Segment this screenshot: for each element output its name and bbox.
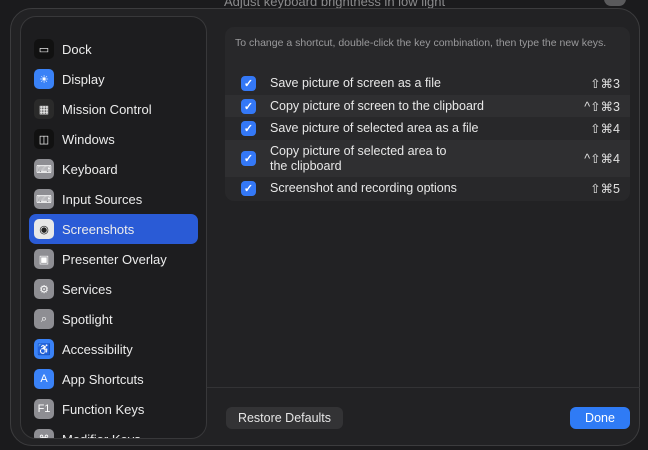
sidebar-item-accessibility[interactable]: ♿ Accessibility bbox=[29, 334, 198, 364]
app-store-icon: A bbox=[34, 369, 54, 389]
sidebar-item-label: Modifier Keys bbox=[62, 431, 141, 439]
magnifier-icon: ⌕ bbox=[34, 309, 54, 329]
person-icon: ▣ bbox=[34, 249, 54, 269]
sidebar-item-presenter-overlay[interactable]: ▣ Presenter Overlay bbox=[29, 244, 198, 274]
shortcut-row: ✓ Screenshot and recording options ⇧⌘5 bbox=[225, 177, 630, 200]
sidebar-item-app-shortcuts[interactable]: A App Shortcuts bbox=[29, 364, 198, 394]
shortcut-row: ✓ Save picture of selected area as a file… bbox=[225, 117, 630, 140]
shortcut-checkbox[interactable]: ✓ bbox=[241, 121, 256, 136]
sidebar-item-spotlight[interactable]: ⌕ Spotlight bbox=[29, 304, 198, 334]
gears-icon: ⚙ bbox=[34, 279, 54, 299]
sidebar-item-label: Keyboard bbox=[62, 161, 118, 177]
background-toggle bbox=[604, 0, 626, 6]
mission-control-icon: ▦ bbox=[34, 99, 54, 119]
dock-icon: ▭ bbox=[34, 39, 54, 59]
shortcut-checkbox[interactable]: ✓ bbox=[241, 151, 256, 166]
camera-icon: ◉ bbox=[34, 219, 54, 239]
shortcut-row: ✓ Copy picture of selected area to the cl… bbox=[225, 140, 630, 177]
sidebar-item-dock[interactable]: ▭ Dock bbox=[29, 34, 198, 64]
shortcuts-sidebar: ▭ Dock ☀ Display ▦ Mission Control ◫ Windows ⌨ Ke… bbox=[20, 16, 207, 439]
shortcut-label: Save picture of screen as a file bbox=[270, 76, 441, 90]
shortcut-key-combination[interactable]: ⇧⌘4 bbox=[590, 121, 620, 136]
keyboard-icon: ⌨ bbox=[34, 159, 54, 179]
shortcut-row: ✓ Copy picture of screen to the clipboard… bbox=[225, 95, 630, 117]
shortcut-label: Screenshot and recording options bbox=[270, 181, 457, 195]
sidebar-item-label: Spotlight bbox=[62, 311, 113, 327]
shortcut-label: Copy picture of screen to the clipboard bbox=[270, 98, 485, 113]
sidebar-item-label: App Shortcuts bbox=[62, 371, 144, 387]
sidebar-item-label: Display bbox=[62, 71, 105, 87]
sidebar-item-label: Dock bbox=[62, 41, 92, 57]
divider bbox=[207, 387, 640, 388]
shortcut-checkbox[interactable]: ✓ bbox=[241, 181, 256, 196]
sidebar-item-label: Input Sources bbox=[62, 191, 143, 207]
shortcut-label: Copy picture of selected area to the cli… bbox=[270, 143, 447, 173]
keyboard-shortcuts-dialog: ▭ Dock ☀ Display ▦ Mission Control ◫ Windows ⌨ Ke… bbox=[10, 8, 640, 446]
sidebar-item-windows[interactable]: ◫ Windows bbox=[29, 124, 198, 154]
sidebar-item-keyboard[interactable]: ⌨ Keyboard bbox=[29, 154, 198, 184]
shortcut-key-combination[interactable]: ⇧⌘3 bbox=[590, 76, 620, 91]
keyboard-icon: ⌨ bbox=[34, 189, 54, 209]
function-key-icon: F1 bbox=[34, 399, 54, 419]
sidebar-item-label: Presenter Overlay bbox=[62, 251, 167, 267]
done-button[interactable]: Done bbox=[570, 407, 630, 429]
sidebar-item-label: Services bbox=[62, 281, 112, 297]
shortcut-key-combination[interactable]: ^⇧⌘3 bbox=[584, 99, 620, 114]
shortcut-key-combination[interactable]: ⇧⌘5 bbox=[590, 181, 620, 196]
shortcut-label: Save picture of selected area as a file bbox=[270, 121, 479, 135]
shortcut-checkbox[interactable]: ✓ bbox=[241, 76, 256, 91]
sidebar-item-screenshots[interactable]: ◉ Screenshots bbox=[29, 214, 198, 244]
sidebar-item-services[interactable]: ⚙ Services bbox=[29, 274, 198, 304]
accessibility-icon: ♿ bbox=[34, 339, 54, 359]
sidebar-item-label: Accessibility bbox=[62, 341, 133, 357]
display-icon: ☀ bbox=[34, 69, 54, 89]
shortcut-checkbox[interactable]: ✓ bbox=[241, 98, 256, 114]
command-icon: ⌘ bbox=[34, 429, 54, 438]
sidebar-item-label: Function Keys bbox=[62, 401, 145, 417]
sidebar-item-modifier-keys[interactable]: ⌘ Modifier Keys bbox=[29, 424, 198, 439]
sidebar-item-label: Screenshots bbox=[62, 221, 135, 237]
sidebar-item-input-sources[interactable]: ⌨ Input Sources bbox=[29, 184, 198, 214]
sidebar-item-label: Windows bbox=[62, 131, 115, 147]
shortcut-key-combination[interactable]: ^⇧⌘4 bbox=[584, 151, 620, 166]
restore-defaults-button[interactable]: Restore Defaults bbox=[226, 407, 343, 429]
sidebar-item-display[interactable]: ☀ Display bbox=[29, 64, 198, 94]
sidebar-item-label: Mission Control bbox=[62, 101, 152, 117]
windows-icon: ◫ bbox=[34, 129, 54, 149]
shortcut-row: ✓ Save picture of screen as a file ⇧⌘3 bbox=[225, 72, 630, 95]
instructions-text: To change a shortcut, double-click the k… bbox=[235, 37, 607, 49]
sidebar-item-mission-control[interactable]: ▦ Mission Control bbox=[29, 94, 198, 124]
sidebar-item-function-keys[interactable]: F1 Function Keys bbox=[29, 394, 198, 424]
screenshots-shortcuts-panel: To change a shortcut, double-click the k… bbox=[225, 27, 630, 201]
